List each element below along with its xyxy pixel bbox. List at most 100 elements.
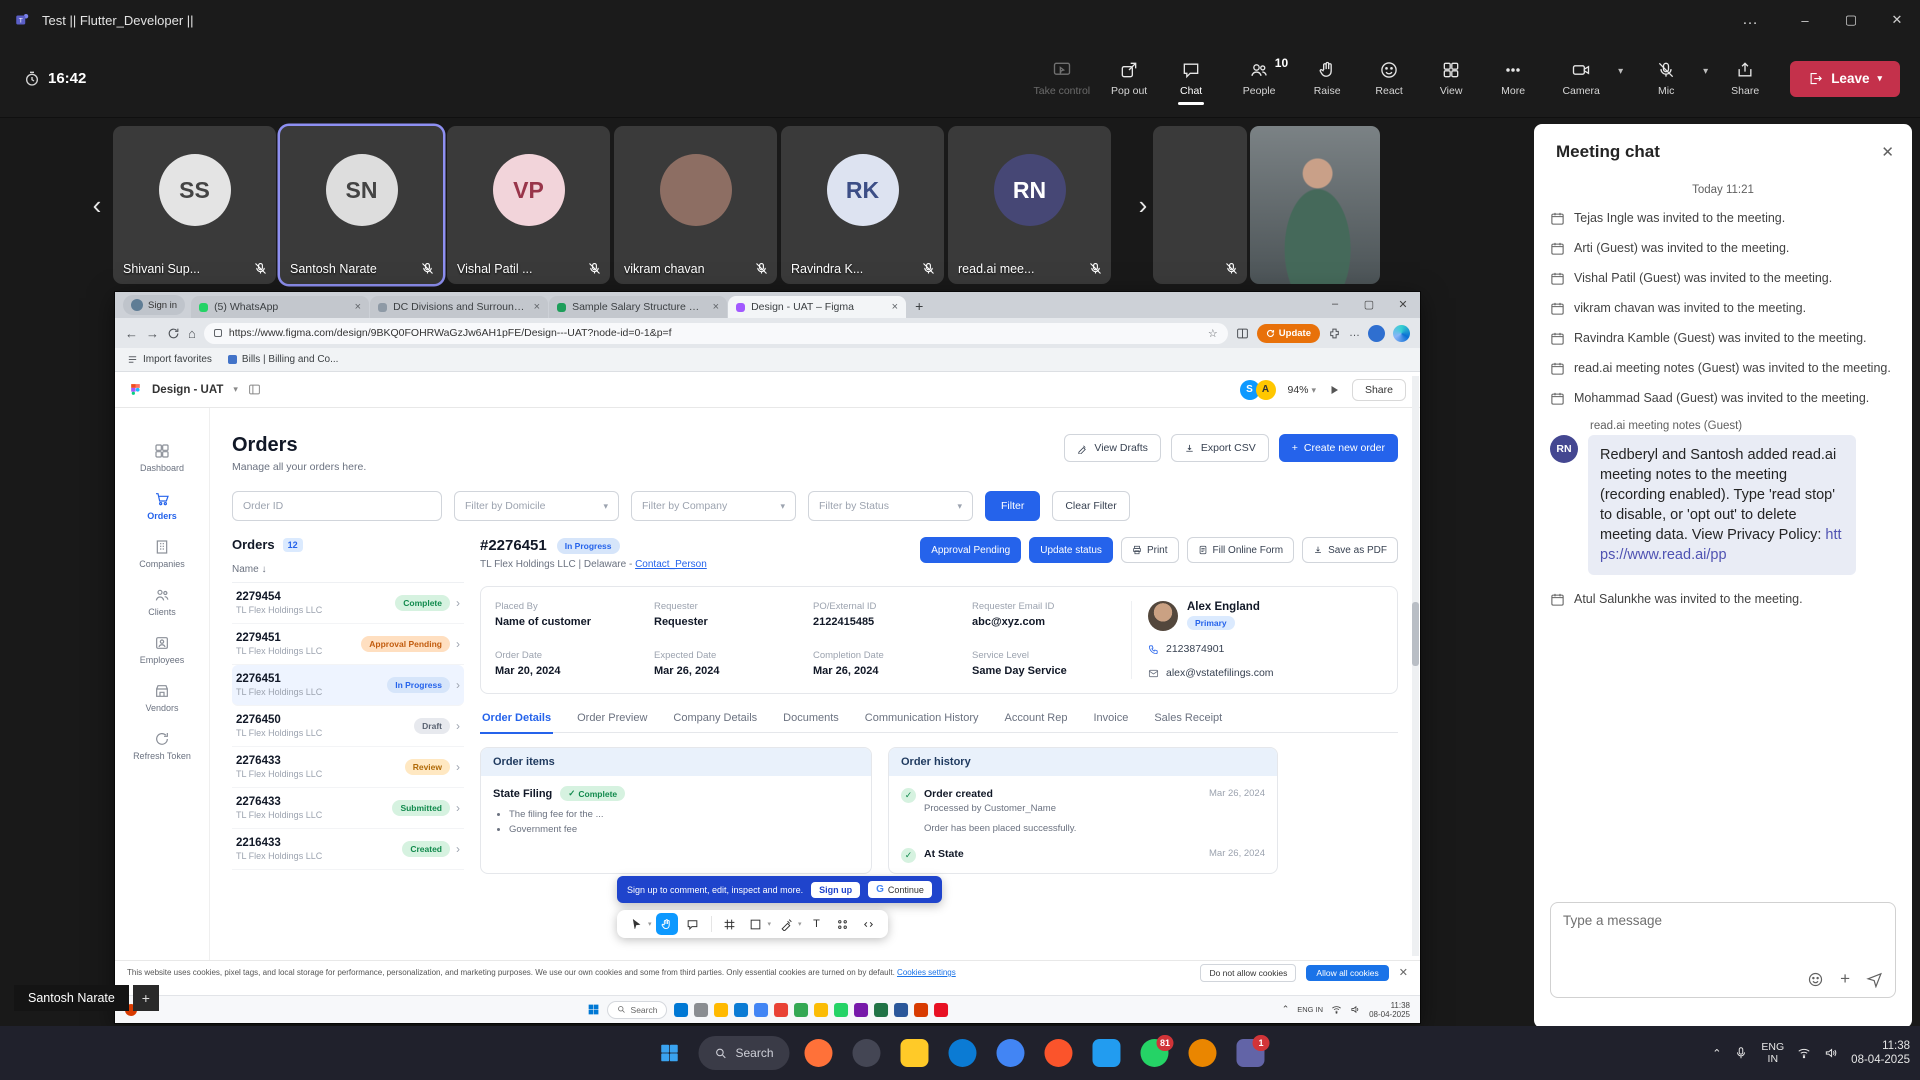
order-row[interactable]: 2279451 TL Flex Holdings LLC Approval Pe… [232,624,464,665]
chat-close-icon[interactable]: ✕ [1881,143,1894,161]
order-row[interactable]: 2216433 TL Flex Holdings LLC Created › [232,829,464,870]
pop-out-button[interactable]: Pop out [1098,54,1160,103]
remote-clock[interactable]: 11:3808-04-2025 [1369,1001,1410,1019]
strip-previous-button[interactable]: ‹ [84,188,110,222]
remote-app-icon[interactable] [694,1003,708,1017]
mic-options-chevron-icon[interactable]: ▾ [1697,62,1714,81]
detail-tab[interactable]: Invoice [1091,712,1130,732]
participant-tile[interactable]: SN Santosh Narate [280,126,443,284]
sidebar-item-dashboard[interactable]: Dashboard [115,434,209,482]
sign-up-button[interactable]: Sign up [811,882,860,898]
taskbar-search-box[interactable]: Search [698,1036,789,1070]
mic-button[interactable]: Mic [1635,54,1697,103]
actions-tool-icon[interactable] [832,913,854,935]
contact-person-link[interactable]: Contact_Person [635,559,707,570]
bookmark-star-icon[interactable]: ☆ [1208,327,1218,340]
browser-minimize-button[interactable]: – [1318,292,1352,316]
fill-online-form-button[interactable]: Fill Online Form [1187,537,1295,563]
move-tool-icon[interactable] [625,913,647,935]
taskbar-app-icon[interactable]: 81 [1136,1033,1174,1073]
remote-app-icon[interactable] [754,1003,768,1017]
camera-options-chevron-icon[interactable]: ▾ [1612,62,1629,81]
order-row[interactable]: 2276433 TL Flex Holdings LLC Submitted › [232,788,464,829]
scrollbar-thumb[interactable] [1412,602,1419,666]
pen-tool-icon[interactable] [775,913,797,935]
participant-tile-camera-on[interactable] [1250,126,1380,284]
contact-email[interactable]: alex@vstatefilings.com [1148,667,1383,679]
react-button[interactable]: React [1358,54,1420,103]
participant-tile[interactable]: vikram chavan [614,126,777,284]
sidebar-item-employees[interactable]: Employees [115,626,209,674]
share-button[interactable]: Share [1714,54,1776,103]
sidebar-item-clients[interactable]: Clients [115,578,209,626]
tab-close-icon[interactable]: × [713,301,719,313]
titlebar-more-icon[interactable]: … [1720,11,1782,29]
zoom-level[interactable]: 94% ▾ [1288,384,1316,396]
leave-options-chevron-icon[interactable]: ▾ [1877,73,1882,84]
split-screen-icon[interactable] [1236,327,1249,340]
browser-maximize-button[interactable]: ▢ [1352,292,1386,316]
collaborator-avatar[interactable]: A [1256,380,1276,400]
company-filter-select[interactable]: Filter by Company▾ [631,491,796,521]
participant-tile[interactable]: RK Ravindra K... [781,126,944,284]
clear-filter-button[interactable]: Clear Filter [1052,491,1129,521]
remote-language-indicator[interactable]: ENG IN [1297,1006,1323,1014]
volume-icon[interactable] [1824,1046,1838,1060]
detail-tab[interactable]: Sales Receipt [1152,712,1224,732]
view-button[interactable]: View [1420,54,1482,103]
remote-app-icon[interactable] [914,1003,928,1017]
continue-with-google-button[interactable]: G Continue [868,881,932,898]
extensions-icon[interactable] [1328,327,1341,340]
browser-profile-chip[interactable]: Sign in [123,295,185,315]
tab-close-icon[interactable]: × [892,301,898,313]
update-status-button[interactable]: Update status [1029,537,1113,563]
print-button[interactable]: Print [1121,537,1179,563]
browser-tab[interactable]: Design - UAT – Figma × [728,296,906,318]
tab-close-icon[interactable]: × [534,301,540,313]
remote-app-icon[interactable] [734,1003,748,1017]
tray-mic-icon[interactable] [1734,1046,1748,1060]
contact-phone[interactable]: 2123874901 [1148,643,1383,655]
tray-chevron-icon[interactable]: ⌃ [1712,1047,1721,1060]
domicile-filter-select[interactable]: Filter by Domicile▾ [454,491,619,521]
emoji-icon[interactable] [1807,971,1824,988]
remote-app-icon[interactable] [774,1003,788,1017]
participant-tile[interactable]: RN read.ai mee... [948,126,1111,284]
shape-tool-caret-icon[interactable]: ▾ [768,920,772,928]
forward-icon[interactable]: → [146,326,159,341]
remote-volume-icon[interactable] [1350,1004,1361,1015]
export-csv-button[interactable]: Export CSV [1171,434,1269,462]
take-control-button[interactable]: Take control [1026,54,1099,103]
order-row[interactable]: 2279454 TL Flex Holdings LLC Complete › [232,583,464,624]
taskbar-app-icon[interactable] [1040,1033,1078,1073]
import-favorites-button[interactable]: Import favorites [127,354,212,365]
remote-app-icon[interactable] [674,1003,688,1017]
message-input[interactable] [1563,913,1883,965]
layout-panel-icon[interactable] [248,383,261,396]
send-icon[interactable] [1866,971,1883,988]
remote-app-icon[interactable] [854,1003,868,1017]
detail-tab[interactable]: Account Rep [1003,712,1070,732]
deny-cookies-button[interactable]: Do not allow cookies [1200,964,1296,982]
remote-app-icon[interactable] [894,1003,908,1017]
filter-button[interactable]: Filter [985,491,1040,521]
remote-search-box[interactable]: Search [607,1001,668,1019]
remote-tray-chevron-icon[interactable]: ⌃ [1282,1004,1290,1015]
tab-close-icon[interactable]: × [355,301,361,313]
taskbar-app-icon[interactable] [800,1033,838,1073]
minimize-button[interactable]: – [1782,0,1828,40]
browser-tab[interactable]: Sample Salary Structure with calc × [549,296,727,318]
chat-button[interactable]: Chat [1160,54,1222,103]
remote-app-icon[interactable] [714,1003,728,1017]
detail-tab[interactable]: Communication History [863,712,981,732]
start-button[interactable] [650,1033,688,1073]
hand-tool-icon[interactable] [656,913,678,935]
order-row[interactable]: 2276450 TL Flex Holdings LLC Draft › [232,706,464,747]
detail-tab[interactable]: Order Details [480,712,553,732]
create-new-order-button[interactable]: + Create new order [1279,434,1398,462]
browser-update-button[interactable]: Update [1257,324,1320,343]
sidebar-item-vendors[interactable]: Vendors [115,674,209,722]
leave-button[interactable]: Leave ▾ [1790,61,1900,97]
compose-box[interactable]: + [1550,902,1896,998]
browser-account-avatar[interactable] [1368,325,1385,342]
